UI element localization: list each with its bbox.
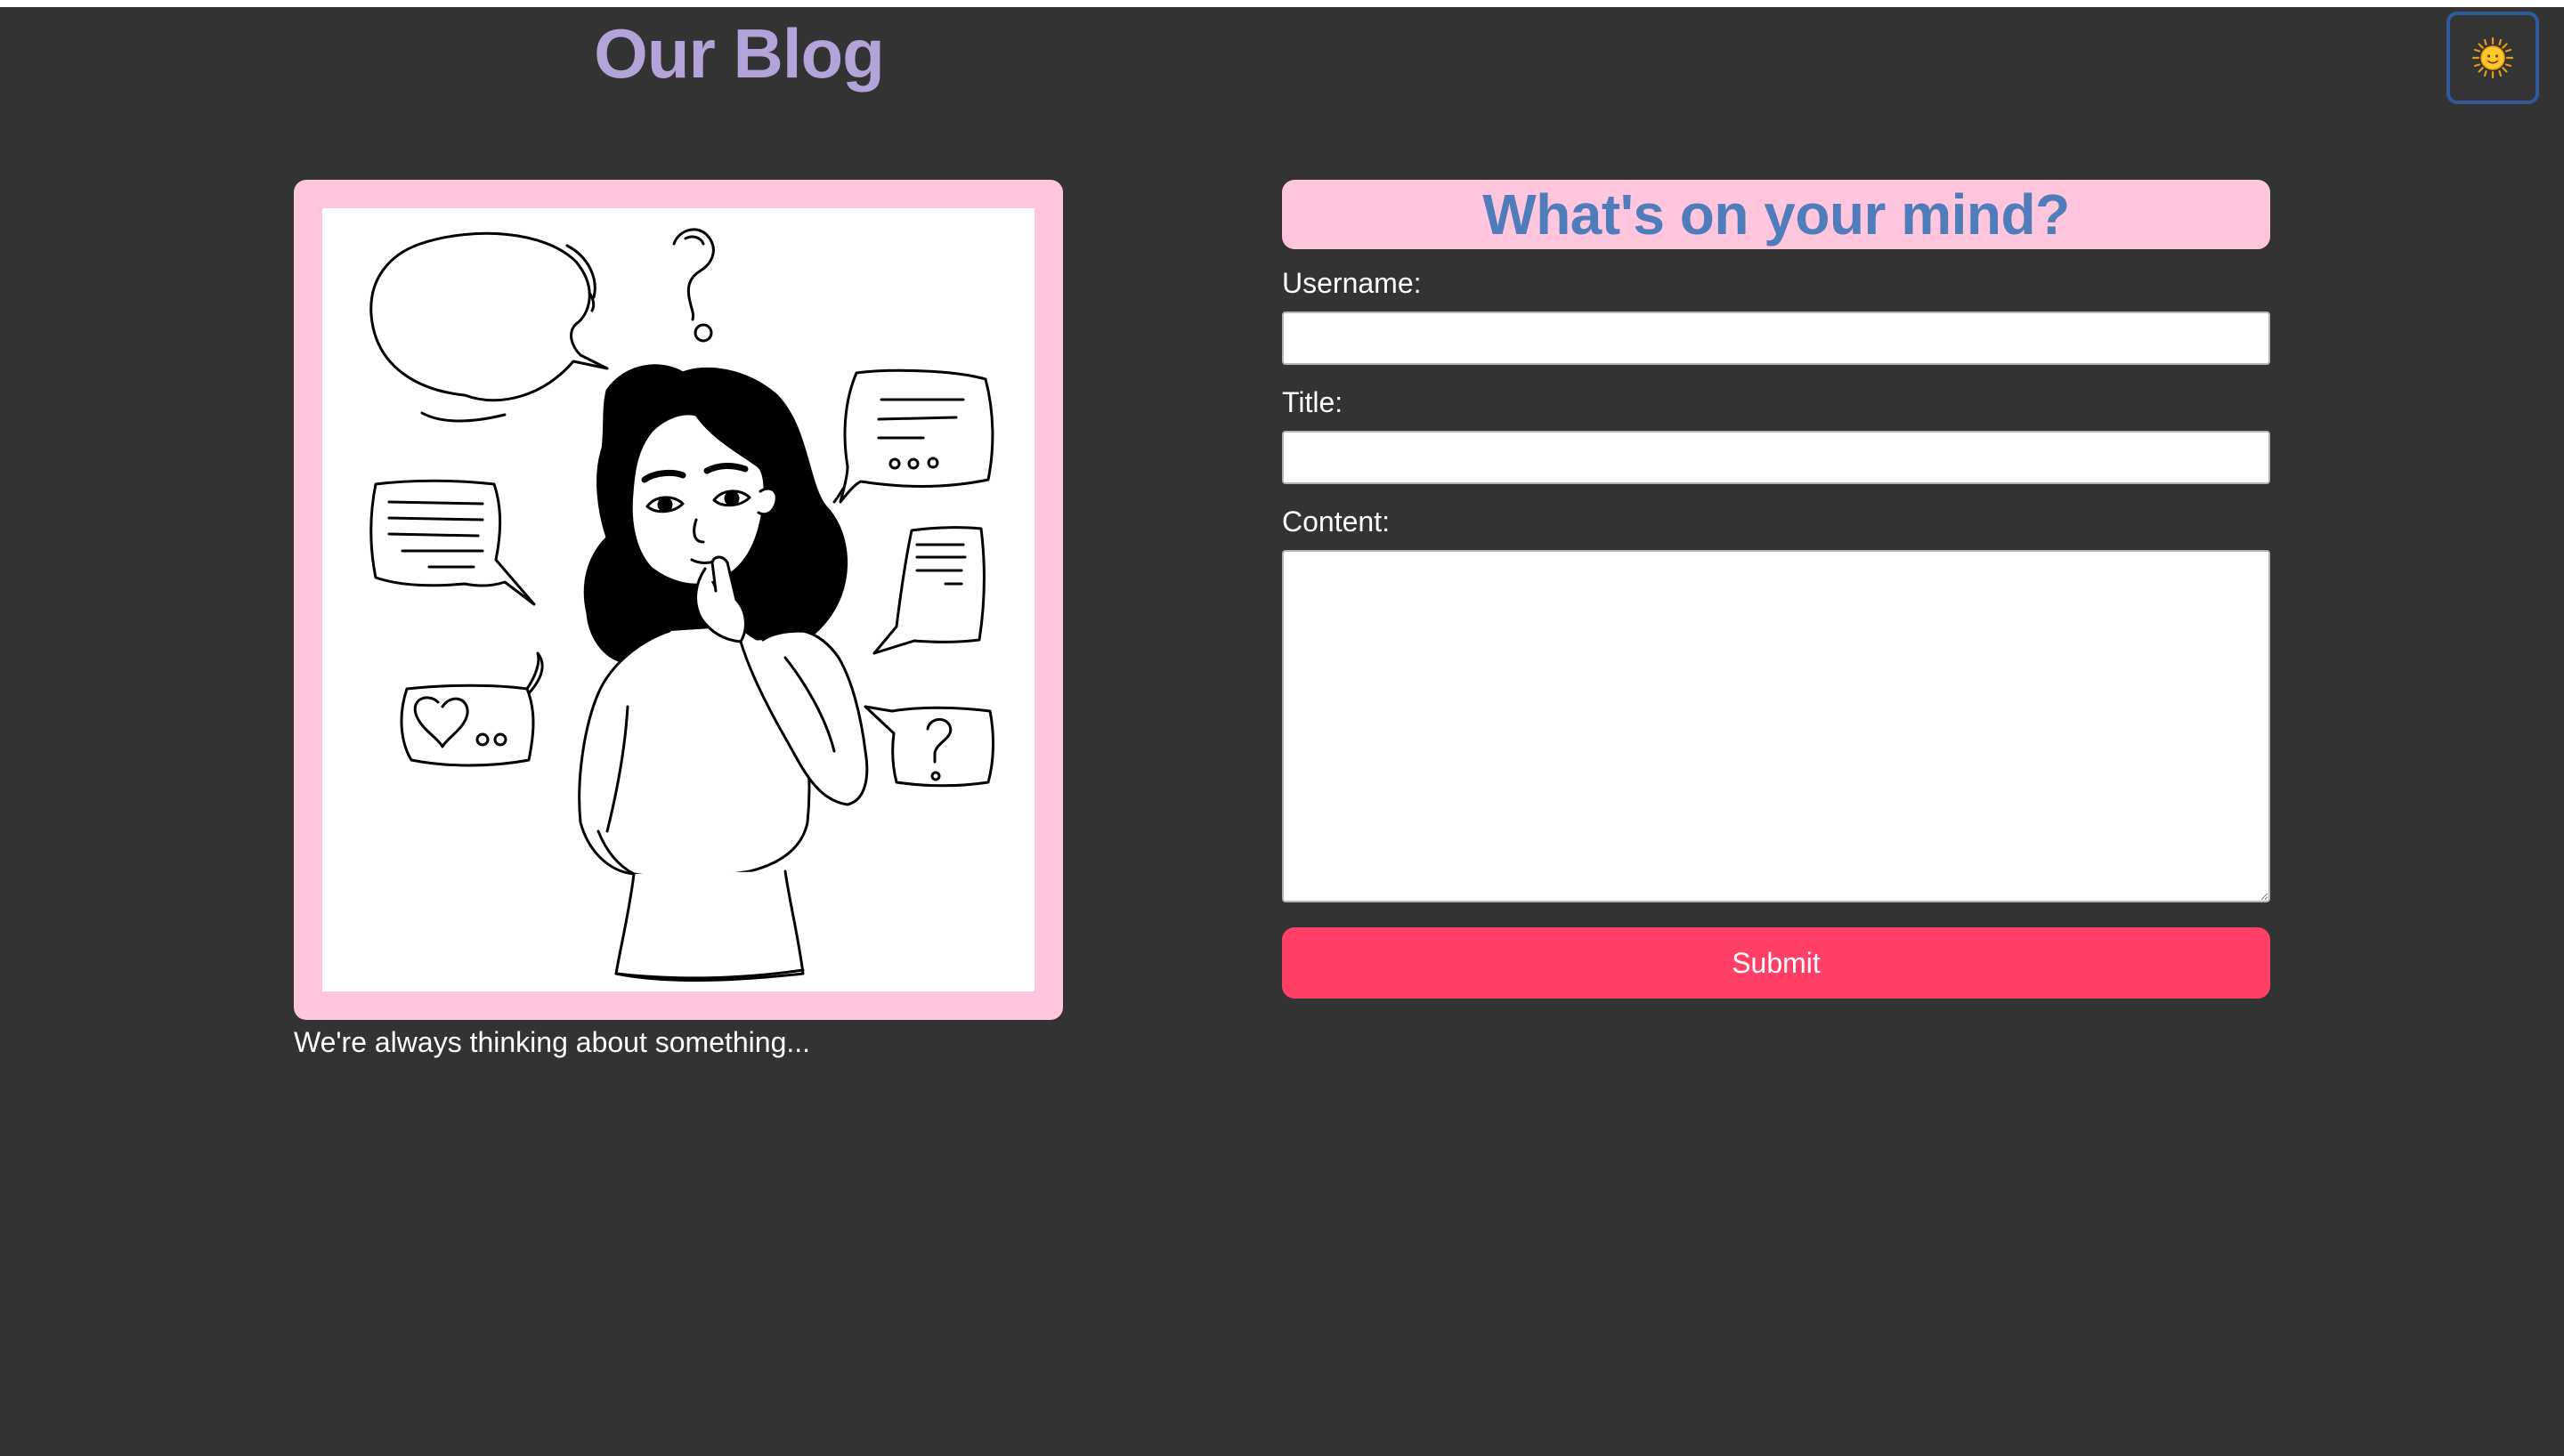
- hero-caption: We're always thinking about something...: [294, 1026, 811, 1058]
- content-textarea[interactable]: [1282, 550, 2270, 902]
- username-input[interactable]: [1282, 311, 2270, 365]
- site-title: Our Blog: [594, 14, 885, 93]
- hero-image-frame: [294, 180, 1063, 1020]
- thinking-woman-illustration: [369, 228, 994, 982]
- new-post-form: What's on your mind? Username: Title: Co…: [1282, 180, 2270, 999]
- title-label: Title:: [1282, 386, 1343, 418]
- sun-icon: [2471, 36, 2514, 79]
- username-label: Username:: [1282, 267, 1422, 299]
- form-heading: What's on your mind?: [1282, 180, 2270, 249]
- title-input[interactable]: [1282, 431, 2270, 484]
- content-label: Content:: [1282, 506, 1390, 538]
- theme-toggle-button[interactable]: [2446, 12, 2539, 104]
- submit-button[interactable]: Submit: [1282, 927, 2270, 999]
- hero-image: [322, 208, 1035, 991]
- browser-top-strip: [0, 0, 2564, 7]
